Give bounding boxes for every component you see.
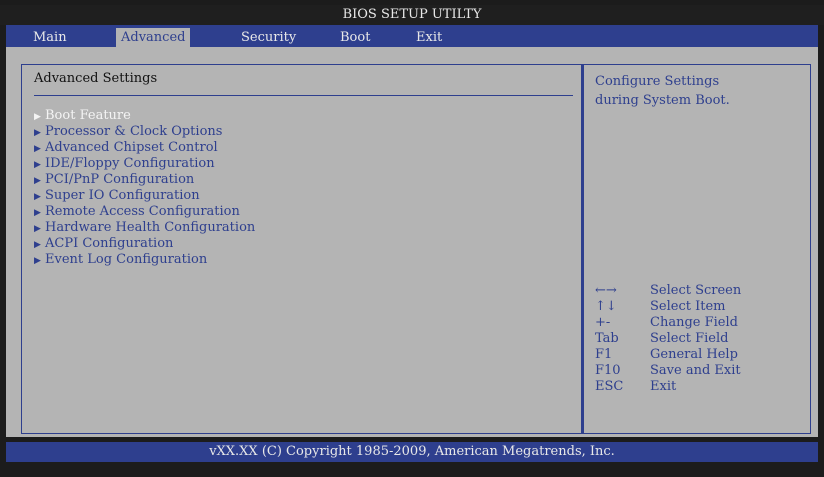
tab-advanced[interactable]: Advanced (116, 28, 191, 47)
menu-bar: Main Advanced Security Boot Exit (6, 25, 818, 47)
submenu-arrow-icon: ▶ (34, 224, 41, 234)
menu-item-label: Processor & Clock Options (45, 124, 223, 139)
key-esc: ESC (595, 379, 624, 394)
key-row: F10 Save and Exit (595, 363, 741, 379)
key-action: Exit (650, 379, 677, 394)
key-action: Change Field (650, 315, 738, 330)
menu-item-label: PCI/PnP Configuration (45, 172, 195, 187)
window-title: BIOS SETUP UTILTY (0, 5, 824, 25)
help-text: Configure Settings during System Boot. (595, 72, 795, 110)
key-row: ESC Exit (595, 379, 741, 395)
key-legend: ←→ Select Screen ↑↓ Select Item +- Change F… (595, 283, 741, 395)
key-action: Select Screen (650, 283, 742, 298)
settings-pane: Advanced Settings ▶ Boot Feature ▶ Process… (21, 64, 582, 434)
submenu-arrow-icon: ▶ (34, 112, 41, 122)
help-pane: Configure Settings during System Boot. ←… (583, 64, 811, 434)
key-plus-minus: +- (595, 315, 611, 330)
menu-item-label: Boot Feature (45, 108, 131, 123)
key-row: F1 General Help (595, 347, 741, 363)
main-panel: Advanced Settings ▶ Boot Feature ▶ Process… (6, 47, 818, 437)
menu-item-label: Event Log Configuration (45, 252, 208, 267)
key-f10: F10 (595, 363, 621, 378)
menu-item-pci-pnp[interactable]: ▶ PCI/PnP Configuration (34, 172, 255, 188)
page-title: Advanced Settings (34, 71, 158, 86)
tab-exit[interactable]: Exit (416, 28, 442, 47)
key-action: General Help (650, 347, 738, 362)
submenu-arrow-icon: ▶ (34, 240, 41, 250)
key-row: ↑↓ Select Item (595, 299, 741, 315)
tab-security[interactable]: Security (241, 28, 296, 47)
key-row: +- Change Field (595, 315, 741, 331)
menu-item-label: Super IO Configuration (45, 188, 200, 203)
menu-item-event-log[interactable]: ▶ Event Log Configuration (34, 252, 255, 268)
key-arrows-ud: ↑↓ (595, 299, 617, 314)
tab-main[interactable]: Main (33, 28, 67, 47)
menu-item-hardware-health[interactable]: ▶ Hardware Health Configuration (34, 220, 255, 236)
menu-item-label: Advanced Chipset Control (45, 140, 218, 155)
copyright-footer: vXX.XX (C) Copyright 1985-2009, American… (6, 442, 818, 462)
submenu-arrow-icon: ▶ (34, 144, 41, 154)
submenu-arrow-icon: ▶ (34, 192, 41, 202)
menu-item-processor-clock[interactable]: ▶ Processor & Clock Options (34, 124, 255, 140)
heading-divider (34, 95, 573, 96)
submenu-arrow-icon: ▶ (34, 208, 41, 218)
menu-item-remote-access[interactable]: ▶ Remote Access Configuration (34, 204, 255, 220)
submenu-arrow-icon: ▶ (34, 176, 41, 186)
key-row: Tab Select Field (595, 331, 741, 347)
key-row: ←→ Select Screen (595, 283, 741, 299)
tab-boot[interactable]: Boot (340, 28, 370, 47)
menu-item-super-io[interactable]: ▶ Super IO Configuration (34, 188, 255, 204)
menu-item-ide-floppy[interactable]: ▶ IDE/Floppy Configuration (34, 156, 255, 172)
submenu-arrow-icon: ▶ (34, 256, 41, 266)
menu-item-acpi[interactable]: ▶ ACPI Configuration (34, 236, 255, 252)
key-f1: F1 (595, 347, 613, 362)
menu-item-boot-feature[interactable]: ▶ Boot Feature (34, 108, 255, 124)
menu-item-label: Remote Access Configuration (45, 204, 240, 219)
menu-item-label: IDE/Floppy Configuration (45, 156, 215, 171)
submenu-arrow-icon: ▶ (34, 160, 41, 170)
submenu-arrow-icon: ▶ (34, 128, 41, 138)
key-action: Save and Exit (650, 363, 741, 378)
help-line: Configure Settings (595, 74, 720, 89)
key-action: Select Item (650, 299, 726, 314)
key-arrows-lr: ←→ (595, 283, 617, 298)
key-action: Select Field (650, 331, 729, 346)
menu-item-label: Hardware Health Configuration (45, 220, 256, 235)
help-line: during System Boot. (595, 93, 730, 108)
menu-item-label: ACPI Configuration (45, 236, 174, 251)
settings-menu: ▶ Boot Feature ▶ Processor & Clock Options… (34, 108, 255, 268)
key-tab: Tab (595, 331, 619, 346)
menu-item-advanced-chipset[interactable]: ▶ Advanced Chipset Control (34, 140, 255, 156)
